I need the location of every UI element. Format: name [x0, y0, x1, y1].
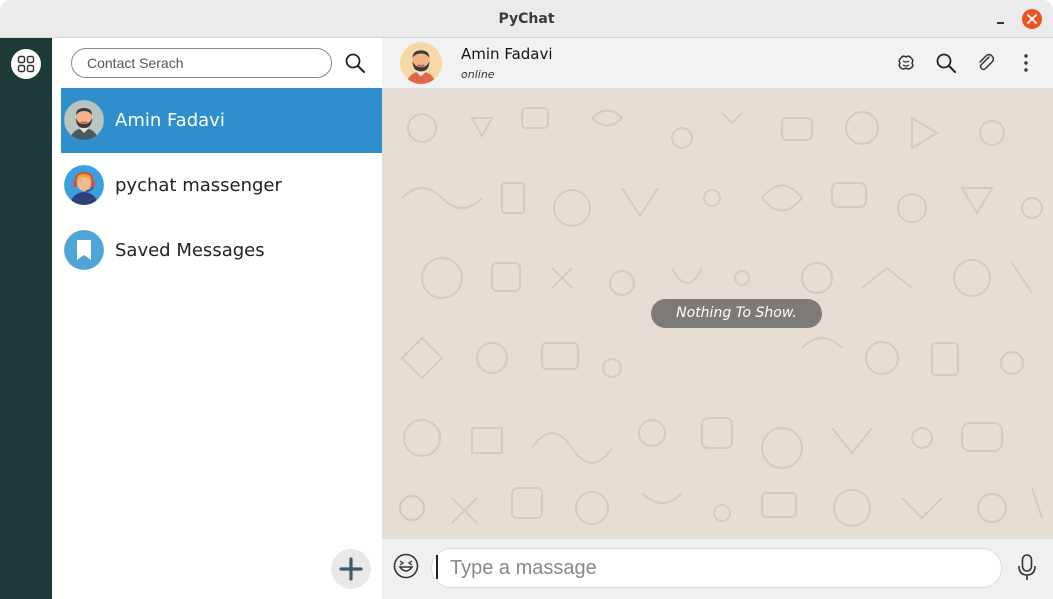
chat-messages-area: Nothing To Show.: [382, 88, 1053, 539]
brain-button[interactable]: [895, 52, 917, 74]
close-button[interactable]: [1022, 9, 1042, 29]
side-rail: [0, 38, 52, 599]
close-icon: [1027, 14, 1037, 24]
chat-search-button[interactable]: [935, 52, 957, 74]
contact-item-pychat-massenger[interactable]: pychat massenger: [61, 153, 382, 218]
bookmark-avatar: [64, 230, 104, 270]
message-input[interactable]: [431, 548, 1002, 588]
empty-chat-notice: Nothing To Show.: [651, 299, 822, 328]
more-vertical-icon: [1024, 54, 1028, 72]
attach-button[interactable]: [975, 52, 997, 74]
chat-contact-name: Amin Fadavi: [461, 45, 553, 63]
contact-search-button[interactable]: [344, 52, 366, 74]
grid-menu-icon: [17, 55, 35, 73]
message-composer: [382, 539, 1053, 599]
voice-record-button[interactable]: [1016, 553, 1038, 583]
contacts-panel: Amin Fadavi pychat massenger Saved: [52, 38, 382, 599]
add-contact-button[interactable]: [331, 549, 371, 589]
paperclip-icon: [979, 53, 995, 71]
chat-contact-status: online: [461, 68, 495, 81]
text-cursor: [436, 555, 438, 579]
brain-icon: [898, 55, 914, 70]
more-options-button[interactable]: [1015, 52, 1037, 74]
emoji-icon: [393, 553, 419, 579]
minimize-button[interactable]: [988, 9, 1012, 31]
contact-name: pychat massenger: [115, 175, 282, 196]
search-icon: [345, 53, 365, 73]
contact-item-saved-messages[interactable]: Saved Messages: [61, 218, 382, 283]
plus-icon: [339, 557, 363, 581]
contact-item-amin-fadavi[interactable]: Amin Fadavi: [61, 88, 382, 153]
contact-name: Saved Messages: [115, 240, 265, 261]
main-menu-button[interactable]: [11, 49, 41, 79]
search-icon: [936, 53, 956, 73]
chat-header: Amin Fadavi online: [382, 38, 1053, 88]
bearded-man-avatar: [64, 100, 104, 140]
microphone-icon: [1018, 554, 1036, 580]
emoji-button[interactable]: [393, 553, 419, 579]
title-bar: PyChat: [0, 0, 1053, 38]
bearded-man-avatar[interactable]: [400, 42, 442, 84]
window-title: PyChat: [498, 11, 555, 27]
contact-search-input[interactable]: [71, 48, 332, 78]
headset-support-avatar: [64, 165, 104, 205]
contact-name: Amin Fadavi: [115, 110, 225, 131]
